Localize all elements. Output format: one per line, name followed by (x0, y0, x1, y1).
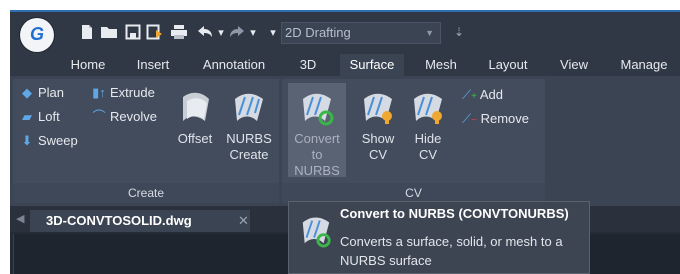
add-cv-icon: ⟋+ (462, 87, 477, 102)
app-logo-letter: G (29, 24, 44, 44)
print-icon[interactable] (170, 24, 188, 42)
redo-icon[interactable] (228, 24, 246, 42)
undo-dropdown-icon[interactable]: ▾ (216, 24, 226, 42)
tooltip-description: Converts a surface, solid, or mesh to a … (340, 234, 563, 268)
save-icon[interactable] (124, 24, 142, 42)
create-label: Create (229, 147, 269, 162)
customize-icon[interactable]: ⇣ (454, 25, 464, 39)
tab-view[interactable]: View (552, 54, 596, 76)
loft-icon: ▰ (22, 109, 32, 124)
revolve-label: Revolve (110, 109, 157, 124)
offset-label: Offset (177, 131, 213, 146)
show-cv-button[interactable]: Show CV (358, 87, 398, 163)
tab-manage[interactable]: Manage (610, 54, 678, 76)
add-cv-button[interactable]: ⟋+ Add (462, 85, 503, 105)
document-tab-name: 3D-CONVTOSOLID.dwg (46, 213, 192, 228)
plan-label: Plan (38, 85, 65, 100)
create-panel: ◆ Plan ▰ Loft ⬇ Sweep ▮↑ Extrude ⌒ Revolve Of… (13, 79, 279, 203)
tooltip-title: Convert to NURBS (CONVTONURBS) (340, 206, 569, 221)
cv-panel: Convert to NURBS Show CV Hide CV ⟋+ Add (282, 79, 545, 203)
create-panel-title: Create (13, 183, 279, 203)
extrude-label: Extrude (110, 85, 155, 100)
to-nurbs-label: to NURBS (294, 147, 340, 178)
extrude-button[interactable]: ▮↑ Extrude (91, 83, 155, 103)
convert-to-nurbs-button[interactable]: Convert to NURBS (288, 83, 346, 178)
show-cv-icon (360, 87, 396, 127)
tab-surface[interactable]: Surface (340, 54, 404, 76)
convert-to-nurbs-icon (299, 210, 333, 250)
loft-button[interactable]: ▰ Loft (19, 107, 60, 127)
convert-to-nurbs-icon (299, 87, 335, 127)
nurbs-create-icon (231, 87, 267, 127)
undo-icon[interactable] (196, 24, 214, 42)
command-tooltip: Convert to NURBS (CONVTONURBS) Converts … (288, 201, 590, 274)
offset-button[interactable]: Offset (173, 87, 217, 147)
tab-3d[interactable]: 3D (290, 54, 326, 76)
sweep-label: Sweep (38, 133, 78, 148)
quick-access-toolbar: G ▾ ▾ ▾ 2D Drafting ▼ ⇣ (10, 12, 680, 54)
qat-customize-icon[interactable]: ▾ (268, 24, 278, 42)
revolve-button[interactable]: ⌒ Revolve (91, 107, 157, 127)
remove-cv-icon: ⟋− (462, 111, 477, 126)
workspace-select[interactable]: 2D Drafting ▼ (281, 22, 441, 44)
new-file-icon[interactable] (78, 24, 96, 42)
ribbon-tab-bar: Home Insert Annotation 3D Surface Mesh L… (10, 54, 680, 76)
redo-dropdown-icon[interactable]: ▾ (248, 24, 258, 42)
plan-surface-icon: ◆ (22, 85, 32, 100)
close-icon[interactable]: ✕ (238, 210, 249, 232)
extrude-icon: ▮↑ (92, 85, 106, 100)
workspace-label: 2D Drafting (285, 25, 351, 40)
remove-cv-button[interactable]: ⟋− Remove (462, 109, 529, 129)
sweep-button[interactable]: ⬇ Sweep (19, 131, 78, 151)
show-label: Show (361, 131, 395, 146)
tab-mesh[interactable]: Mesh (416, 54, 466, 76)
add-label: Add (479, 87, 503, 102)
remove-label: Remove (480, 111, 529, 126)
chevron-down-icon: ▼ (425, 28, 434, 38)
plan-surface-button[interactable]: ◆ Plan (19, 83, 64, 103)
revolve-icon: ⌒ (92, 109, 106, 124)
ribbon: ◆ Plan ▰ Loft ⬇ Sweep ▮↑ Extrude ⌒ Revolve Of… (10, 76, 680, 206)
hide-cv-label: CV (418, 147, 438, 162)
hide-cv-icon (410, 87, 446, 127)
document-tab[interactable]: 3D-CONVTOSOLID.dwg ✕ (30, 210, 250, 232)
save-as-icon[interactable] (146, 24, 164, 42)
sweep-icon: ⬇ (21, 133, 33, 148)
nurbs-label: NURBS (226, 131, 272, 146)
show-cv-label: CV (368, 147, 388, 162)
app-menu-button[interactable]: G (20, 18, 54, 52)
open-folder-icon[interactable] (100, 24, 118, 42)
tab-annotation[interactable]: Annotation (194, 54, 274, 76)
tab-home[interactable]: Home (60, 54, 116, 76)
nurbs-create-button[interactable]: NURBS Create (223, 87, 275, 163)
tab-layout[interactable]: Layout (480, 54, 536, 76)
cv-panel-title: CV (282, 183, 545, 203)
hide-label: Hide (414, 131, 442, 146)
hide-cv-button[interactable]: Hide CV (408, 87, 448, 163)
tab-insert[interactable]: Insert (124, 54, 182, 76)
convert-label: Convert (294, 131, 340, 146)
loft-label: Loft (38, 109, 60, 124)
offset-surface-icon (177, 87, 213, 127)
tab-scroll-left-icon[interactable]: ◀ (16, 212, 24, 225)
